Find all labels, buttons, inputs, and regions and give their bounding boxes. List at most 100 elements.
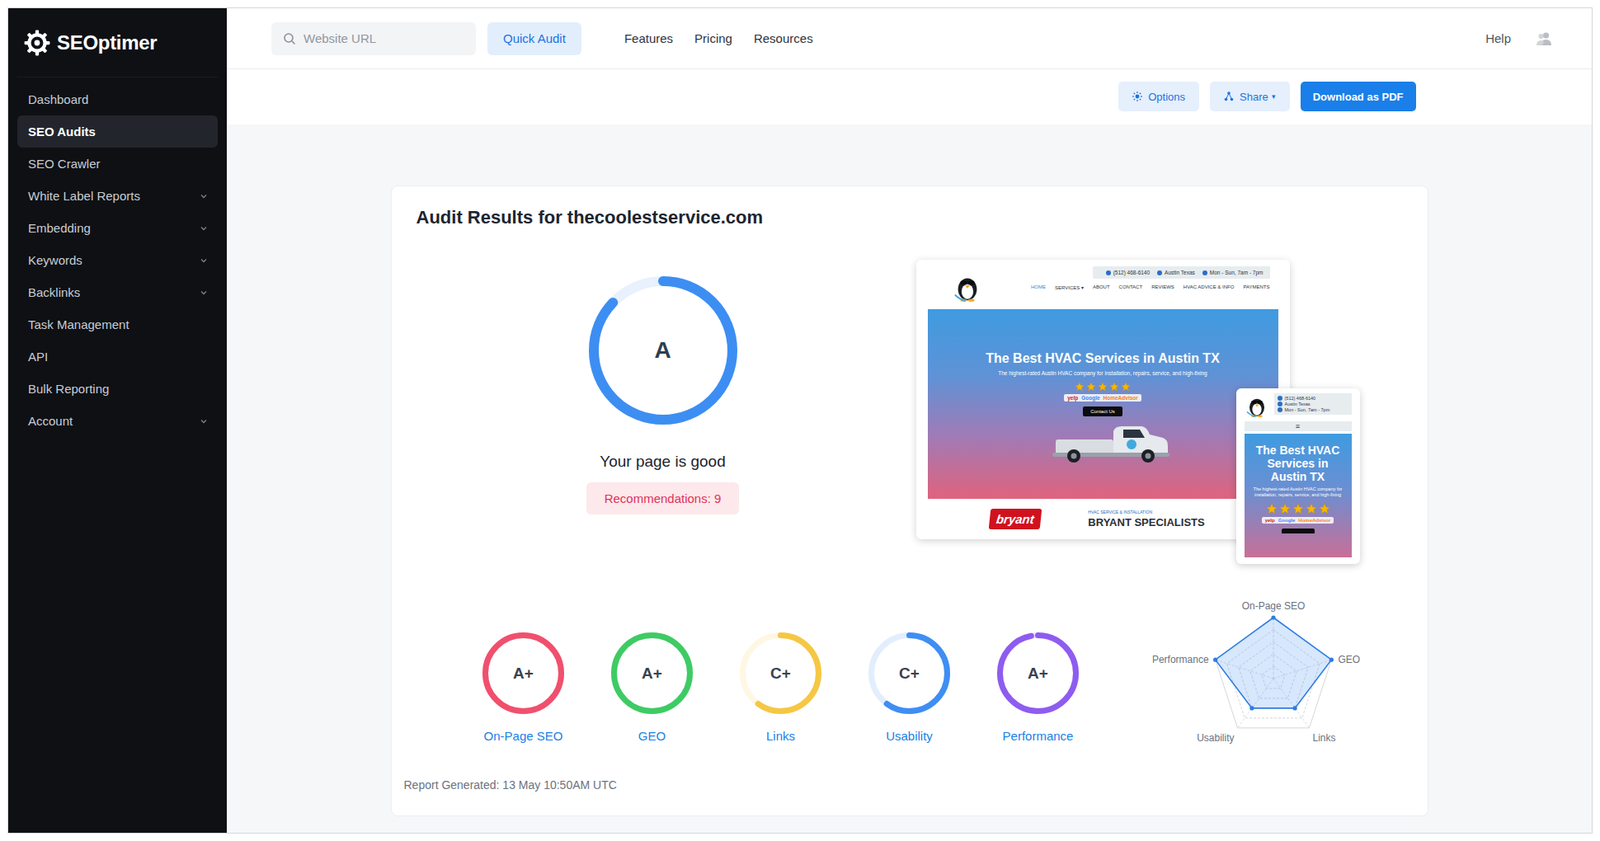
radar-point — [1328, 658, 1333, 663]
hero-banner: The Best HVAC Services in Austin TX The … — [1244, 433, 1352, 558]
site-nav-item: HVAC ADVICE & INFO — [1183, 284, 1235, 291]
contact-strip: (512) 468-6140 Austin Texas Mon - Sun, 7… — [1274, 393, 1352, 415]
overall-grade-letter: A — [654, 337, 671, 364]
radar-axis-label: Links — [1312, 732, 1336, 744]
site-nav-item: HOME — [1030, 284, 1046, 291]
sidebar-item[interactable]: Backlinks — [17, 276, 218, 309]
site-nav-item: PAYMENTS — [1242, 284, 1270, 291]
download-pdf-button[interactable]: Download as PDF — [1300, 81, 1417, 112]
app-window: SEOptimer Dashboard SEO Audits SEO Crawl… — [7, 7, 1593, 834]
main-area: Website URL Quick Audit Features Pricing R… — [226, 8, 1592, 833]
radar-axis-label: On-Page SEO — [1241, 600, 1305, 612]
desktop-preview: (512) 468-6140 Austin Texas Mon - Sun, 7… — [916, 259, 1290, 540]
mobile-menu-button: ≡ — [1244, 421, 1352, 432]
quick-audit-button[interactable]: Quick Audit — [487, 22, 582, 56]
category-grade[interactable]: A+ GEO — [602, 632, 702, 744]
category-grades: A+ On-Page SEO A+ GEO C+ Links C+ Usabil… — [416, 632, 1088, 744]
sidebar-item[interactable]: White Label Reports — [17, 179, 218, 212]
radar-axis-label: GEO — [1337, 654, 1360, 666]
star-icon — [1086, 381, 1097, 392]
category-grade[interactable]: A+ On-Page SEO — [474, 632, 574, 744]
sidebar-item[interactable]: SEO Crawler — [17, 147, 218, 180]
recommendations-badge[interactable]: Recommendations: 9 — [586, 482, 740, 515]
options-sun-icon — [1132, 91, 1143, 102]
options-button[interactable]: Options — [1118, 81, 1200, 112]
star-icon — [1292, 503, 1304, 515]
radar-point — [1249, 705, 1254, 711]
info-dot-icon — [1157, 270, 1163, 276]
screen: SEOptimer Dashboard SEO Audits SEO Crawl… — [0, 0, 1600, 841]
website-url-field[interactable]: Website URL — [271, 22, 476, 56]
site-nav-item: REVIEWS — [1151, 284, 1175, 291]
share-button[interactable]: Share ▾ — [1209, 81, 1290, 112]
audit-title: Audit Results for thecoolestservice.com — [416, 206, 1403, 230]
info-dot-icon — [1277, 407, 1283, 413]
chevron-down-icon — [199, 256, 208, 265]
penguin-logo-icon — [1244, 393, 1270, 419]
star-icon — [1318, 503, 1331, 515]
radar-chart: On-Page SEO GEO Links Usability Performance — [1149, 586, 1398, 752]
radar-point — [1292, 705, 1297, 711]
user-icon[interactable] — [1535, 31, 1553, 47]
info-dot-icon — [1277, 401, 1283, 407]
nav-link[interactable]: Pricing — [694, 31, 733, 46]
star-icon — [1109, 381, 1120, 392]
star-icon — [1279, 503, 1291, 515]
radar-series — [1214, 617, 1332, 709]
radar-axis-label: Usability — [1196, 732, 1234, 744]
verdict-text: Your page is good — [599, 451, 725, 472]
contact-strip: (512) 468-6140 Austin Texas Mon - Sun, 7… — [1092, 266, 1271, 279]
mobile-preview: (512) 468-6140 Austin Texas Mon - Sun, 7… — [1236, 388, 1360, 565]
info-dot-icon — [1277, 395, 1283, 401]
sidebar-menu: Dashboard SEO Audits SEO Crawler White L… — [17, 77, 218, 438]
sidebar-item[interactable]: Embedding — [17, 211, 218, 245]
top-nav: Features Pricing Resources — [624, 31, 814, 46]
sidebar-item[interactable]: Account — [17, 404, 218, 438]
audit-card: Audit Results for thecoolestservice.com … — [390, 185, 1429, 817]
star-icon — [1097, 381, 1108, 392]
nav-link[interactable]: Features — [624, 31, 673, 46]
star-icon — [1305, 503, 1318, 515]
chevron-down-icon — [199, 417, 208, 426]
radar-point — [1213, 658, 1218, 663]
logo-gear-icon — [23, 28, 52, 57]
star-icon — [1074, 381, 1085, 392]
top-bar: Website URL Quick Audit Features Pricing R… — [226, 8, 1592, 70]
hero-banner: The Best HVAC Services in Austin TX The … — [927, 309, 1279, 499]
contact-us-button: Contact Us — [1082, 406, 1123, 417]
chevron-down-icon — [199, 192, 208, 201]
bryant-badge: bryant — [988, 508, 1041, 530]
sidebar-item[interactable]: Task Management — [17, 308, 218, 341]
radar-axis-label: Performance — [1151, 654, 1209, 666]
chevron-down-icon — [199, 288, 208, 297]
sidebar-item[interactable]: Dashboard — [17, 83, 218, 116]
site-nav-item: CONTACT — [1119, 284, 1144, 291]
site-nav-item: SERVICES ▾ — [1054, 284, 1084, 291]
category-grade[interactable]: C+ Usability — [860, 632, 960, 744]
chevron-down-icon — [199, 224, 208, 233]
site-preview: (512) 468-6140 Austin Texas Mon - Sun, 7… — [916, 259, 1379, 540]
site-nav-item: ABOUT — [1092, 284, 1111, 291]
overall-grade: A Your page is good Recommendations: 9 — [416, 259, 910, 584]
sidebar: SEOptimer Dashboard SEO Audits SEO Crawl… — [8, 8, 227, 833]
star-icon — [1120, 381, 1131, 392]
radar-point — [1270, 615, 1276, 620]
sidebar-item[interactable]: API — [17, 340, 218, 373]
category-grade[interactable]: C+ Links — [731, 632, 831, 744]
sidebar-item[interactable]: Bulk Reporting — [17, 372, 218, 405]
sidebar-item[interactable]: Keywords — [17, 244, 218, 277]
share-icon — [1223, 91, 1234, 102]
info-dot-icon — [1105, 270, 1111, 276]
rating-stars — [1074, 381, 1131, 392]
sidebar-item[interactable]: SEO Audits — [17, 115, 218, 148]
category-grade[interactable]: A+ Performance — [988, 632, 1088, 744]
brand-logo[interactable]: SEOptimer — [17, 8, 218, 78]
search-icon — [282, 32, 297, 46]
info-dot-icon — [1202, 270, 1208, 276]
brand-name: SEOptimer — [56, 31, 157, 55]
help-link[interactable]: Help — [1485, 31, 1511, 46]
report-generated: Report Generated: 13 May 10:50AM UTC — [404, 777, 1403, 793]
site-nav: HOME SERVICES ▾ ABOUT CONTACT REVIEWS HVAC AD… — [1030, 284, 1271, 291]
truck-icon — [1052, 421, 1170, 465]
nav-link[interactable]: Resources — [753, 31, 814, 46]
